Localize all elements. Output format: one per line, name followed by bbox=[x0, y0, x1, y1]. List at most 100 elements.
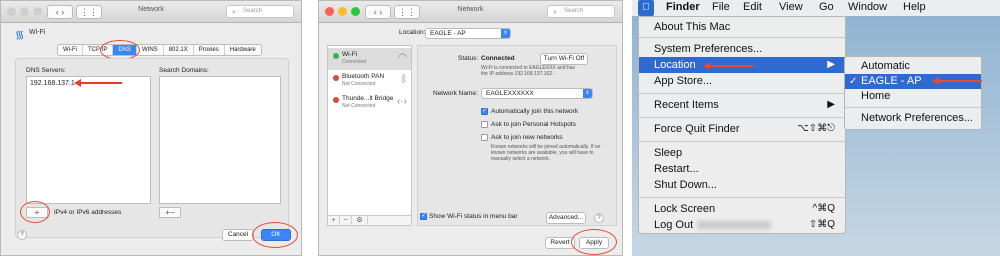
menu-bar:  Finder File Edit View Go Window Help bbox=[632, 0, 1000, 16]
menu-item-recent-items[interactable]: Recent Items ▶ bbox=[639, 97, 845, 113]
menu-item-sleep[interactable]: Sleep bbox=[639, 145, 845, 161]
dns-servers-label: DNS Servers: bbox=[26, 67, 66, 74]
help-button[interactable]: ? bbox=[594, 213, 604, 223]
tab-wifi[interactable]: Wi-Fi bbox=[58, 45, 83, 55]
chevron-updown-icon: ⇕ bbox=[583, 89, 592, 98]
service-item-thunderbolt[interactable]: Thunde...lt Bridge Not Connected ‹·› bbox=[328, 92, 411, 114]
dns-servers-list[interactable]: 192.168.137.1 bbox=[26, 76, 151, 204]
search-placeholder: Search bbox=[564, 8, 584, 14]
tab-proxies[interactable]: Proxies bbox=[194, 45, 225, 55]
dns-server-entry[interactable]: 192.168.137.1 bbox=[30, 80, 75, 87]
ask-hotspots-label: Ask to join Personal Hotspots bbox=[491, 121, 576, 128]
menu-item-force-quit[interactable]: Force Quit Finder ⌥⇧⌘⎋ bbox=[639, 121, 845, 137]
highlight-circle bbox=[252, 222, 298, 248]
location-popup[interactable]: EAGLE - AP ⇕ bbox=[425, 28, 511, 39]
auto-join-label: Automatically join this network bbox=[491, 108, 579, 115]
network-name-popup[interactable]: EAGLEXXXXXX ⇕ bbox=[481, 88, 593, 99]
location-option-automatic[interactable]: Automatic bbox=[845, 59, 981, 74]
search-icon: ⌕ bbox=[232, 9, 236, 16]
menu-separator bbox=[845, 107, 981, 108]
menu-item-app-store[interactable]: App Store... bbox=[639, 73, 845, 89]
menu-go[interactable]: Go bbox=[819, 1, 834, 13]
search-field[interactable]: ⌕ Search bbox=[547, 5, 615, 18]
tab-hardware[interactable]: Hardware bbox=[225, 45, 261, 55]
network-name-value: EAGLEXXXXXX bbox=[486, 90, 534, 97]
menu-item-log-out[interactable]: Log Out ⇧⌘Q bbox=[639, 217, 845, 233]
menu-file[interactable]: File bbox=[712, 1, 730, 13]
service-status: Not Connected bbox=[342, 103, 376, 109]
service-name: Thunde...lt Bridge bbox=[342, 95, 394, 102]
turn-wifi-off-button[interactable]: Turn Wi-Fi Off bbox=[540, 53, 588, 65]
network-name-label: Network Name: bbox=[433, 90, 478, 97]
shortcut-label: ⇧⌘Q bbox=[808, 219, 835, 230]
status-value: Connected bbox=[481, 55, 515, 62]
location-value: EAGLE - AP bbox=[430, 30, 466, 37]
menu-separator bbox=[639, 93, 845, 94]
ask-hotspots-checkbox[interactable] bbox=[481, 121, 488, 128]
menu-item-label: Location bbox=[654, 59, 696, 71]
location-option-home[interactable]: Home bbox=[845, 89, 981, 104]
gear-icon[interactable]: ⚙ bbox=[352, 216, 368, 225]
ask-new-networks-checkbox[interactable] bbox=[481, 134, 488, 141]
service-item-bluetooth[interactable]: Bluetooth PAN Not Connected ᛒ bbox=[328, 70, 411, 92]
search-field[interactable]: ⌕ Search bbox=[226, 5, 294, 18]
network-preferences-item[interactable]: Network Preferences... bbox=[845, 111, 981, 126]
apple-menu: About This Mac System Preferences... Loc… bbox=[638, 16, 846, 234]
menu-finder[interactable]: Finder bbox=[666, 1, 700, 13]
redacted-username bbox=[697, 221, 772, 230]
menu-separator bbox=[639, 197, 845, 198]
dns-settings-window: ‹ › ⋮⋮ Network ⌕ Search ᯾ Wi-Fi Wi-Fi TC… bbox=[0, 0, 302, 256]
menu-view[interactable]: View bbox=[779, 1, 803, 13]
service-name: Bluetooth PAN bbox=[342, 73, 385, 80]
title-bar: ‹ › ⋮⋮ Network ⌕ Search bbox=[1, 1, 301, 23]
show-wifi-status-checkbox[interactable] bbox=[420, 212, 427, 220]
service-detail-pane: Status: Connected Turn Wi-Fi Off Wi-Fi i… bbox=[417, 45, 617, 226]
submenu-arrow-icon: ▶ bbox=[827, 59, 835, 70]
highlight-circle bbox=[20, 201, 50, 223]
auto-join-checkbox[interactable] bbox=[481, 107, 488, 115]
show-wifi-status-label: Show Wi-Fi status in menu bar bbox=[429, 213, 518, 220]
search-icon: ⌕ bbox=[553, 9, 557, 16]
menu-item-label: EAGLE - AP bbox=[861, 75, 922, 87]
menu-item-lock-screen[interactable]: Lock Screen ^⌘Q bbox=[639, 201, 845, 217]
service-status: Not Connected bbox=[342, 81, 376, 87]
help-button[interactable]: ? bbox=[17, 230, 27, 240]
location-label: Location: bbox=[399, 29, 426, 36]
domains-add-remove[interactable]: +− bbox=[159, 207, 181, 218]
menu-item-shut-down[interactable]: Shut Down... bbox=[639, 177, 845, 193]
ask-new-networks-label: Ask to join new networks bbox=[491, 134, 563, 141]
menu-separator bbox=[639, 37, 845, 38]
menu-help[interactable]: Help bbox=[903, 1, 926, 13]
menu-window[interactable]: Window bbox=[848, 1, 887, 13]
service-item-wifi[interactable]: Wi-Fi Connected ◠ bbox=[328, 48, 411, 70]
advanced-button[interactable]: Advanced... bbox=[546, 212, 586, 224]
service-toolbar: + − ⚙ bbox=[327, 215, 412, 226]
address-hint: IPv4 or IPv6 addresses bbox=[54, 209, 122, 216]
status-dot-red bbox=[333, 75, 339, 81]
ask-new-description: Known networks will be joined automatica… bbox=[491, 144, 601, 162]
menu-item-label: Lock Screen bbox=[654, 203, 716, 215]
dns-sheet: DNS Servers: 192.168.137.1 Search Domain… bbox=[15, 58, 289, 238]
service-status: Connected bbox=[342, 59, 367, 65]
menu-item-restart[interactable]: Restart... bbox=[639, 161, 845, 177]
search-domains-list[interactable] bbox=[159, 76, 281, 204]
remove-service-button[interactable]: − bbox=[340, 216, 352, 225]
remove-symbol[interactable]: − bbox=[170, 208, 175, 217]
wifi-icon: ◠ bbox=[398, 52, 407, 63]
service-name: Wi-Fi bbox=[29, 29, 46, 36]
thunderbolt-bridge-icon: ‹·› bbox=[397, 96, 407, 107]
service-name: Wi-Fi bbox=[342, 51, 358, 58]
service-list: Wi-Fi Connected ◠ Bluetooth PAN Not Conn… bbox=[327, 45, 412, 226]
menu-item-system-preferences[interactable]: System Preferences... bbox=[639, 41, 845, 57]
add-service-button[interactable]: + bbox=[328, 216, 340, 225]
menu-edit[interactable]: Edit bbox=[743, 1, 762, 13]
menu-item-label: Force Quit Finder bbox=[654, 123, 740, 135]
desktop-apple-menu:  Finder File Edit View Go Window Help A… bbox=[632, 0, 1000, 256]
annotation-arrow bbox=[703, 62, 753, 70]
apple-logo-icon[interactable]:  bbox=[638, 0, 654, 16]
annotation-arrow bbox=[74, 79, 122, 87]
tab-8021x[interactable]: 802.1X bbox=[164, 45, 194, 55]
tab-wins[interactable]: WINS bbox=[137, 45, 164, 55]
cancel-button[interactable]: Cancel bbox=[222, 229, 254, 241]
menu-item-about[interactable]: About This Mac bbox=[639, 19, 845, 35]
